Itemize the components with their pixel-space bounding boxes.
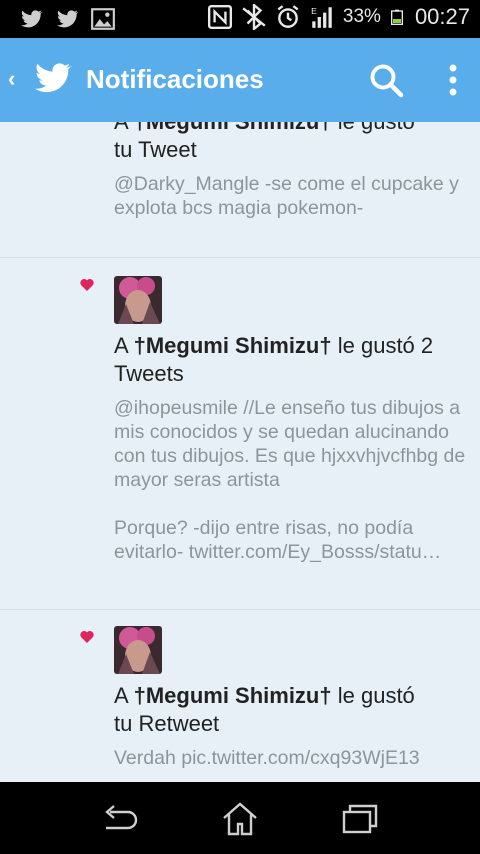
tweet-preview[interactable]: @Darky_Mangle -se come el cupcake y expl…	[114, 172, 470, 220]
notification-headline: A †Megumi Shimizu† le gustó tu Tweet	[114, 122, 470, 164]
notification-item[interactable]: A †Megumi Shimizu† le gustó tu Tweet @Da…	[0, 122, 480, 258]
tweet-preview[interactable]: Verdah pic.twitter.com/cxq93WjE13	[114, 746, 470, 770]
user-name-link[interactable]: †Megumi Shimizu†	[134, 333, 332, 358]
user-name-link[interactable]: †Megumi Shimizu†	[134, 683, 332, 708]
battery-percent: 33%	[342, 6, 381, 27]
search-icon[interactable]	[368, 62, 404, 98]
alarm-icon	[277, 5, 299, 28]
notification-headline: A †Megumi Shimizu† le gustó tu Retweet	[114, 683, 415, 736]
clock: 00:27	[414, 4, 470, 29]
twitter-notification-icon	[56, 10, 79, 28]
system-icons: E 33% 00:27	[207, 4, 470, 30]
page-title: Notificaciones	[86, 64, 264, 94]
back-button-icon[interactable]	[100, 800, 140, 838]
heart-icon	[80, 279, 94, 291]
action-bar: ‹ Notificaciones	[0, 38, 480, 122]
notification-icons	[18, 6, 116, 32]
twitter-bird-icon[interactable]	[30, 56, 74, 100]
back-chevron-icon[interactable]: ‹	[8, 66, 15, 92]
battery-icon	[390, 9, 403, 25]
heart-icon	[80, 631, 94, 643]
avatar[interactable]	[114, 276, 162, 324]
navigation-bar	[0, 782, 480, 854]
tweet-preview[interactable]: Porque? -dijo entre risas, no podía evit…	[114, 516, 470, 564]
notification-item[interactable]: A †Megumi Shimizu† le gustó 2 Tweets @ih…	[0, 258, 480, 610]
home-button-icon[interactable]	[220, 800, 260, 838]
nfc-icon	[207, 4, 232, 30]
status-bar: E 33% 00:27	[0, 0, 480, 38]
bluetooth-icon	[242, 4, 266, 30]
image-notification-icon	[91, 8, 115, 30]
notification-headline: A †Megumi Shimizu† le gustó 2 Tweets	[114, 333, 434, 386]
twitter-notification-icon	[20, 10, 43, 28]
notifications-list[interactable]: A †Megumi Shimizu† le gustó tu Tweet @Da…	[0, 122, 480, 782]
svg-text:E: E	[311, 6, 317, 16]
user-name-link[interactable]: †Megumi Shimizu†	[134, 122, 332, 134]
notification-item[interactable]: A †Megumi Shimizu† le gustó tu Retweet V…	[0, 610, 480, 782]
signal-icon: E	[311, 6, 332, 28]
avatar[interactable]	[114, 626, 162, 674]
tweet-preview[interactable]: @ihopeusmile //Le enseño tus dibujos a m…	[114, 396, 470, 492]
recent-apps-button-icon[interactable]	[340, 800, 380, 838]
overflow-menu-icon[interactable]	[438, 60, 468, 100]
